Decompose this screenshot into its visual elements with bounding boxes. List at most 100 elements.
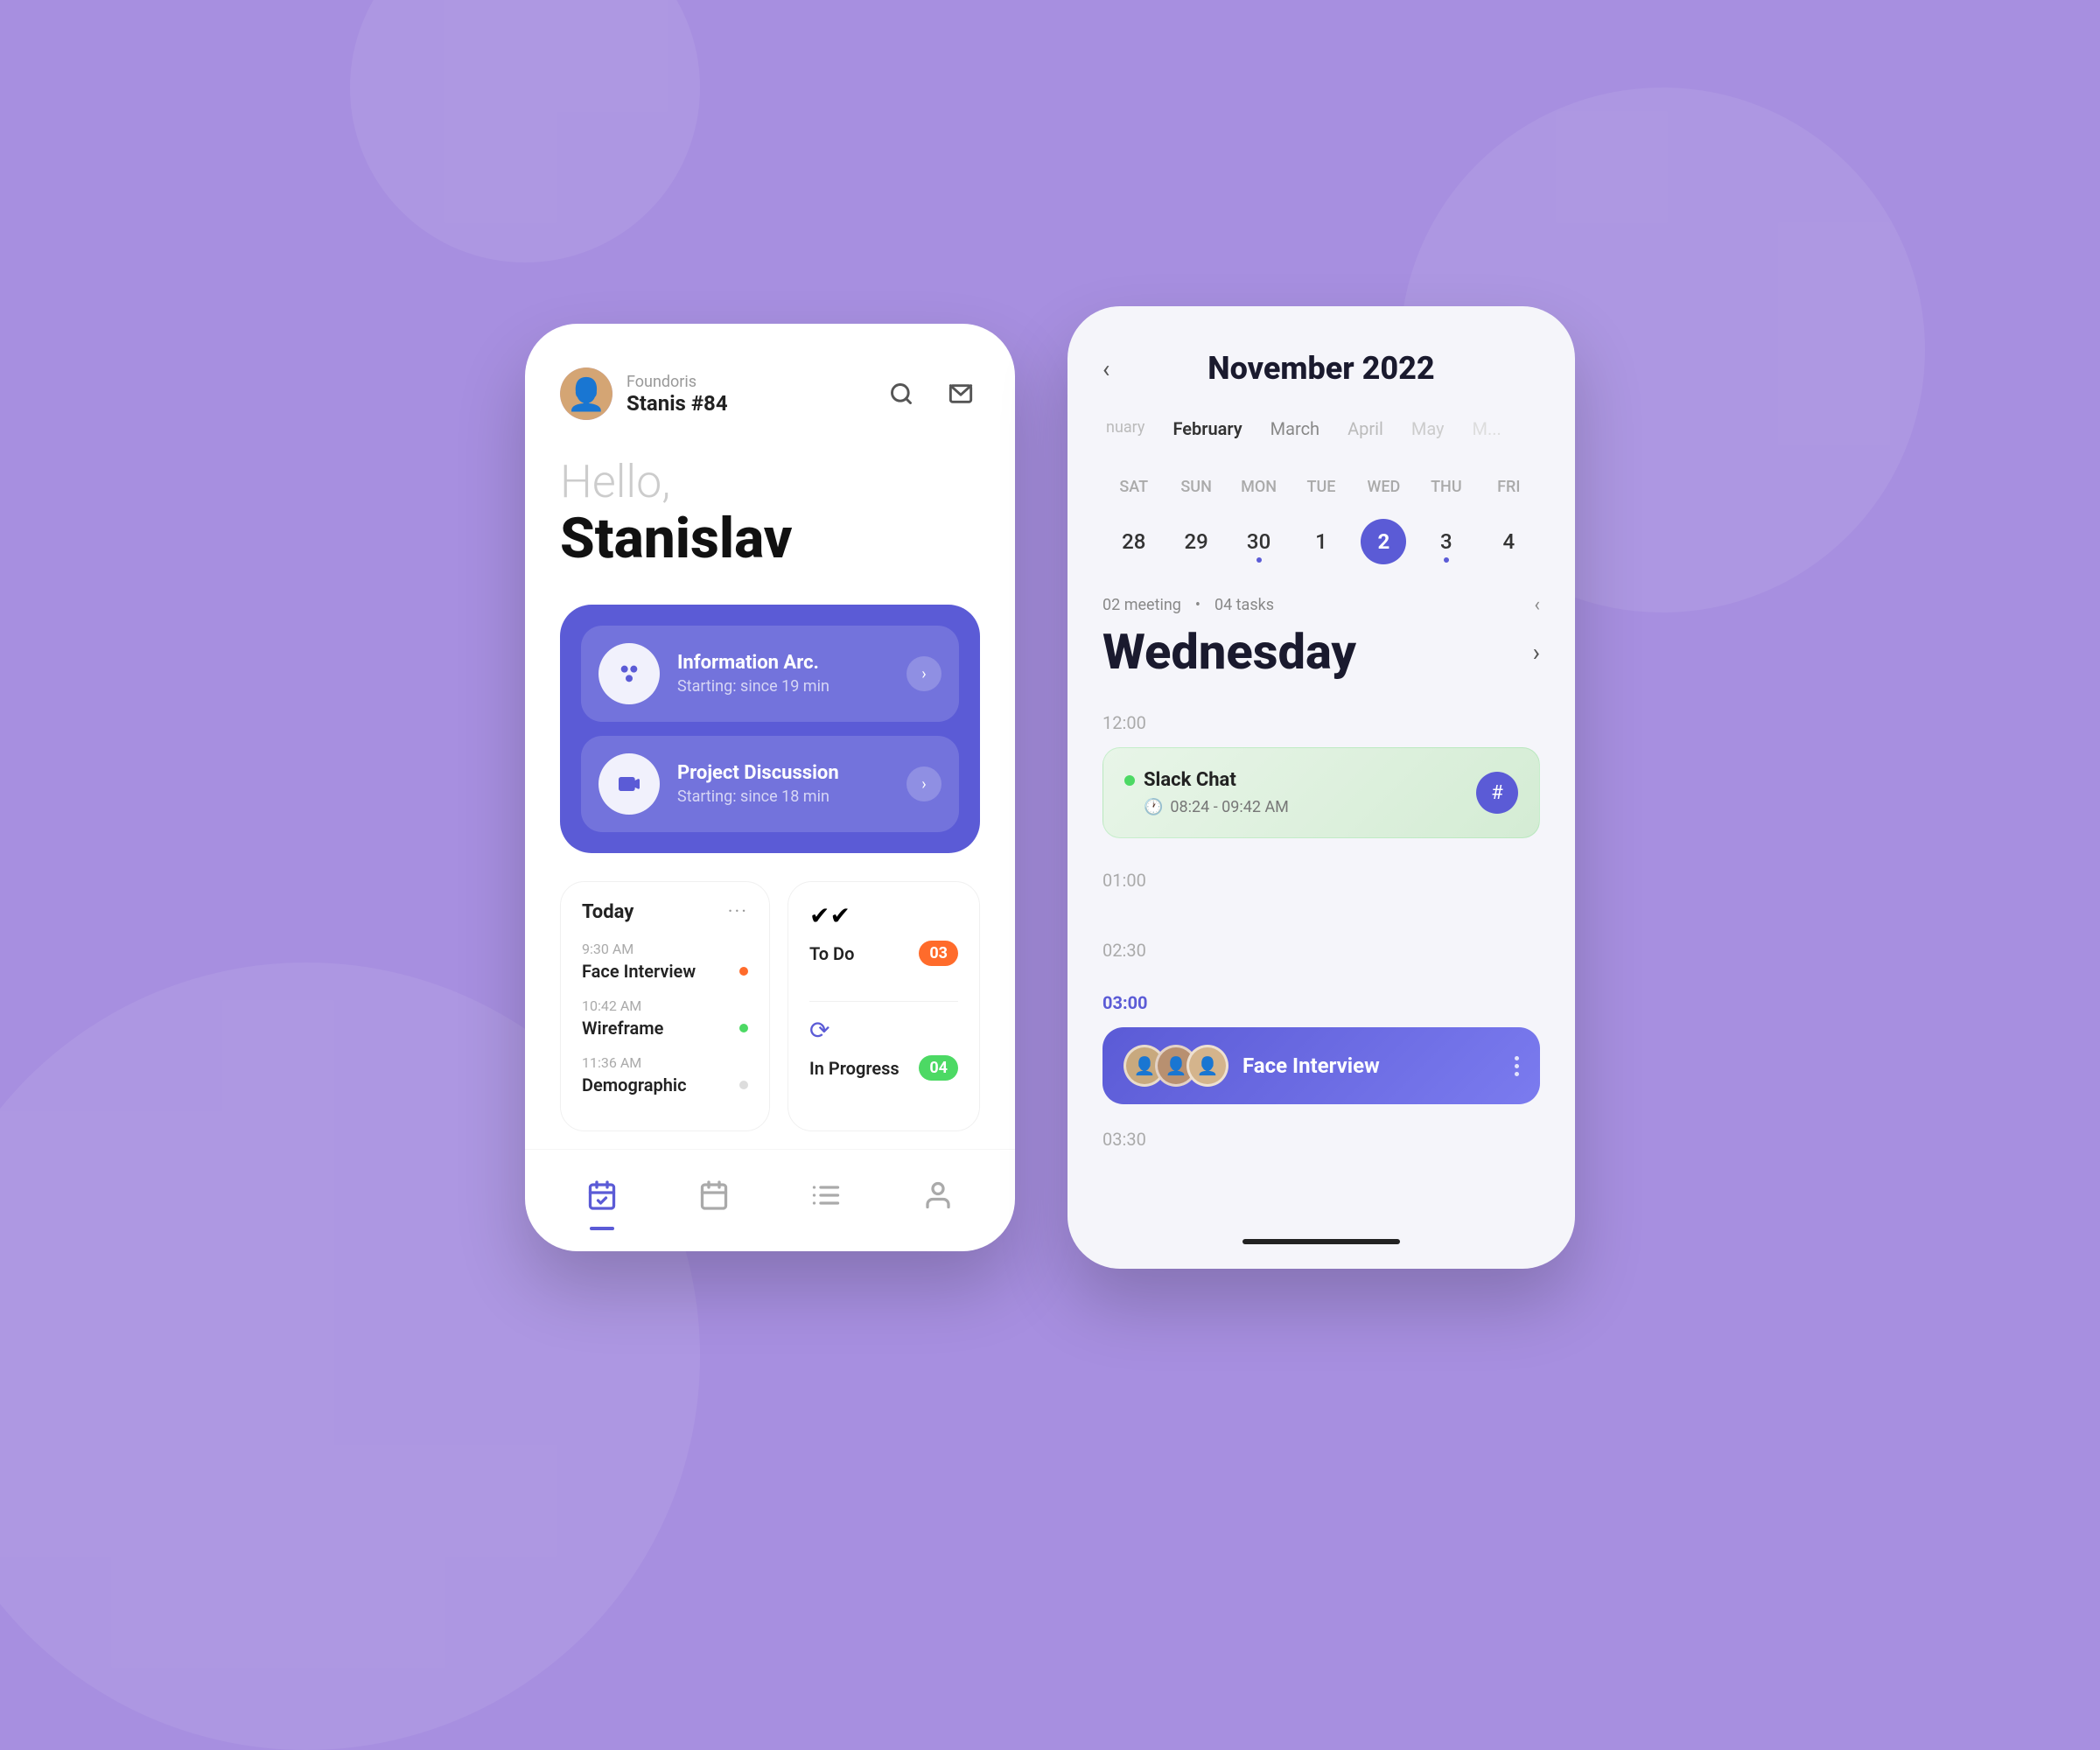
project-title: Project Discussion (677, 762, 889, 784)
today-menu[interactable]: ··· (728, 901, 748, 923)
date-30[interactable]: 30 (1228, 517, 1290, 566)
task-item-todo: ✔✔ To Do 03 (809, 901, 958, 966)
home-indicator-2 (1242, 1239, 1400, 1244)
dot-30 (1256, 557, 1262, 563)
day-info-back[interactable]: ‹ (1534, 594, 1540, 616)
meeting-card-project[interactable]: Project Discussion Starting: since 18 mi… (581, 736, 959, 832)
date-3[interactable]: 3 (1415, 517, 1477, 566)
month-feb[interactable]: February (1172, 418, 1242, 439)
weekday-wed: WED (1353, 471, 1415, 503)
checkmark-icon: ✔✔ (809, 901, 850, 930)
today-task-2: Demographic (582, 1074, 748, 1096)
time-gap-3: 03:30 (1102, 1129, 1540, 1150)
project-chevron[interactable]: › (906, 766, 942, 802)
date-2-container[interactable]: 2 (1353, 517, 1415, 566)
tasks-count: 04 tasks (1214, 596, 1274, 614)
day-info: 02 meeting • 04 tasks ‹ (1102, 594, 1540, 616)
nav-item-calendar[interactable] (690, 1171, 738, 1220)
today-task-label-1: Wireframe (582, 1018, 663, 1039)
interview-avatar-3: 👤 (1186, 1045, 1228, 1087)
task-label-row-progress: In Progress 04 (809, 1055, 958, 1081)
date-4[interactable]: 4 (1478, 517, 1540, 566)
today-task-1: Wireframe (582, 1018, 748, 1039)
nav-item-profile[interactable] (914, 1171, 962, 1220)
weekday-thu: THU (1415, 471, 1477, 503)
mail-icon[interactable] (942, 374, 980, 413)
month-next[interactable]: M... (1473, 418, 1502, 439)
slack-time: 08:24 - 09:42 AM (1170, 798, 1288, 816)
hashtag-icon: # (1491, 782, 1503, 804)
project-icon-bg (598, 753, 660, 815)
header-icons (882, 374, 980, 413)
bg-decoration-3 (350, 0, 700, 262)
month-mar[interactable]: March (1270, 418, 1320, 439)
cal-back-button[interactable]: ‹ (1102, 354, 1110, 383)
info-arc-title: Information Arc. (677, 652, 889, 674)
cal-title: November 2022 (1208, 350, 1434, 387)
time-gap-2 (1102, 975, 1540, 992)
greeting: Hello, Stanislav (560, 455, 980, 570)
p1-user: Foundoris Stanis #84 (560, 368, 728, 420)
month-jan[interactable]: nuary (1106, 418, 1144, 439)
task-label-progress: In Progress (809, 1058, 900, 1079)
interview-card[interactable]: 👤 👤 👤 Face Interview (1102, 1027, 1540, 1104)
weekday-tue: TUE (1290, 471, 1352, 503)
dot-green-1 (739, 1024, 748, 1032)
date-1[interactable]: 1 (1290, 517, 1352, 566)
greeting-name: Stanislav (560, 508, 980, 570)
task-label-row-todo: To Do 03 (809, 941, 958, 966)
meeting-card-info-arc[interactable]: Information Arc. Starting: since 19 min … (581, 626, 959, 722)
user-info: Foundoris Stanis #84 (626, 373, 728, 416)
day-next-chevron[interactable]: › (1533, 638, 1540, 667)
date-2[interactable]: 2 (1361, 519, 1406, 564)
avatar (560, 368, 612, 420)
week-dates: 28 29 30 1 2 3 4 (1102, 517, 1540, 566)
today-time-0: 9:30 AM (582, 941, 748, 957)
month-may[interactable]: May (1411, 418, 1445, 439)
info-arc-info: Information Arc. Starting: since 19 min (677, 652, 889, 696)
today-label: Today (582, 901, 634, 923)
slack-title-row: Slack Chat (1124, 769, 1289, 791)
interview-avatars: 👤 👤 👤 (1124, 1045, 1228, 1087)
slack-card-left: Slack Chat 🕐 08:24 - 09:42 AM (1124, 769, 1289, 816)
dot-3 (1444, 557, 1449, 563)
bottom-panels: Today ··· 9:30 AM Face Interview 10:42 A… (560, 881, 980, 1131)
nav-item-calendar-check[interactable] (578, 1171, 626, 1220)
slack-time-row: 🕐 08:24 - 09:42 AM (1124, 798, 1289, 816)
company-label: Foundoris (626, 373, 728, 391)
time-0100: 01:00 (1102, 870, 1540, 891)
info-arc-chevron[interactable]: › (906, 656, 942, 691)
today-time-2: 11:36 AM (582, 1054, 748, 1071)
slack-dot (1124, 775, 1135, 786)
today-item-1: 10:42 AM Wireframe (582, 998, 748, 1039)
todo-badge: 03 (919, 941, 958, 966)
interview-more-icon[interactable] (1515, 1056, 1519, 1076)
meetings-count: 02 meeting (1102, 596, 1181, 614)
slack-chat-card[interactable]: Slack Chat 🕐 08:24 - 09:42 AM # (1102, 747, 1540, 838)
tasks-panel: ✔✔ To Do 03 ⟳ In Progress (788, 881, 980, 1131)
info-arc-subtitle: Starting: since 19 min (677, 677, 889, 696)
today-item-0: 9:30 AM Face Interview (582, 941, 748, 982)
nav-item-list[interactable] (802, 1171, 850, 1220)
month-apr[interactable]: April (1348, 418, 1383, 439)
phone-1: Foundoris Stanis #84 Hello, Stanislav (525, 324, 1015, 1251)
day-title: Wednesday (1102, 623, 1356, 681)
today-task-label-2: Demographic (582, 1074, 687, 1096)
clock-icon: 🕐 (1144, 798, 1163, 816)
search-icon[interactable] (882, 374, 920, 413)
date-28[interactable]: 28 (1102, 517, 1165, 566)
p1-header: Foundoris Stanis #84 (560, 368, 980, 420)
date-29[interactable]: 29 (1165, 517, 1227, 566)
interview-title: Face Interview (1242, 1054, 1501, 1078)
avatar-face (560, 368, 612, 420)
today-panel: Today ··· 9:30 AM Face Interview 10:42 A… (560, 881, 770, 1131)
today-item-2: 11:36 AM Demographic (582, 1054, 748, 1096)
time-1200: 12:00 (1102, 712, 1540, 733)
time-0330: 03:30 (1102, 1129, 1540, 1150)
weekday-mon: MON (1228, 471, 1290, 503)
slack-title: Slack Chat (1144, 769, 1236, 791)
tasks-divider (809, 1001, 958, 1002)
day-title-row: Wednesday › (1102, 623, 1540, 681)
weekday-sat: SAT (1102, 471, 1165, 503)
week-days: SAT SUN MON TUE WED THU FRI (1102, 471, 1540, 503)
